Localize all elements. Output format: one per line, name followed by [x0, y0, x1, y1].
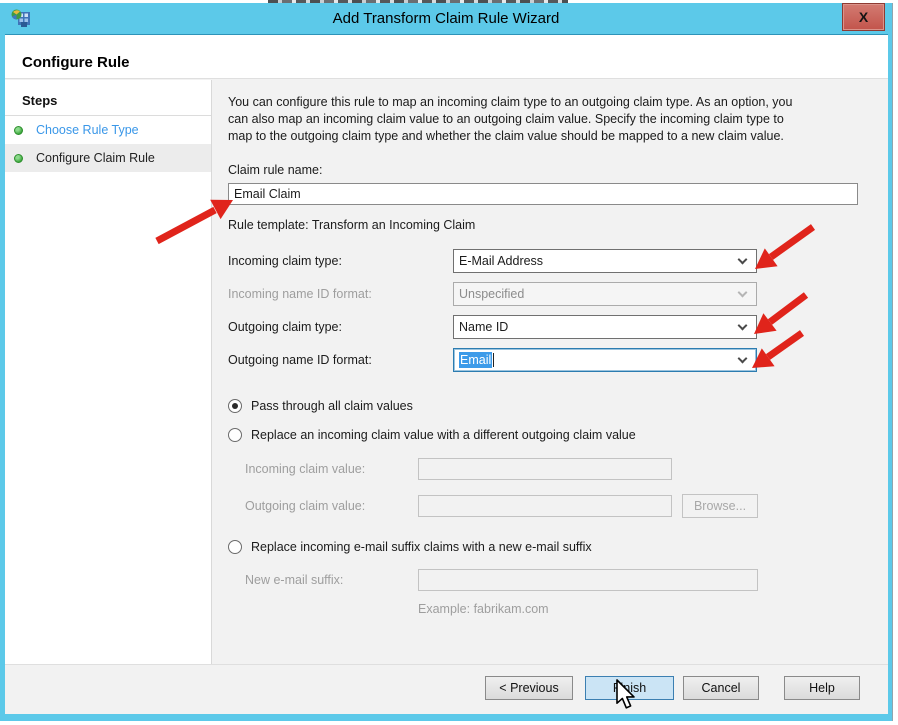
incoming-name-id-format-label: Incoming name ID format: — [228, 286, 453, 302]
radio-label: Replace an incoming claim value with a d… — [251, 427, 636, 443]
incoming-claim-value-label: Incoming claim value: — [245, 461, 418, 477]
cancel-button[interactable]: Cancel — [683, 676, 759, 700]
outgoing-name-id-format-dropdown[interactable]: Email — [453, 348, 757, 372]
previous-button[interactable]: < Previous — [485, 676, 573, 700]
steps-sidebar: Steps Choose Rule Type Configure Claim R… — [5, 80, 212, 664]
browse-button: Browse... — [682, 494, 758, 518]
finish-button[interactable]: Finish — [585, 676, 674, 700]
page-header: Configure Rule — [5, 35, 888, 79]
footer-button-bar: < Previous Finish Cancel Help — [5, 664, 888, 714]
dropdown-value: E-Mail Address — [459, 253, 543, 269]
radio-pass-through[interactable]: Pass through all claim values — [228, 398, 888, 414]
example-text: Example: fabrikam.com — [418, 601, 888, 617]
radio-label: Pass through all claim values — [251, 398, 413, 414]
dropdown-value: Name ID — [459, 319, 508, 335]
outgoing-name-id-format-label: Outgoing name ID format: — [228, 352, 453, 368]
incoming-claim-type-dropdown[interactable]: E-Mail Address — [453, 249, 757, 273]
step-complete-bullet-icon — [14, 154, 23, 163]
screenshot-root: { "window": { "title": "Add Transform Cl… — [0, 0, 898, 725]
radio-button-icon[interactable] — [228, 428, 242, 442]
window-title: Add Transform Claim Rule Wizard — [0, 10, 892, 27]
outgoing-claim-type-dropdown[interactable]: Name ID — [453, 315, 757, 339]
claim-rule-name-label: Claim rule name: — [228, 162, 888, 178]
close-x-icon: X — [859, 9, 868, 25]
step-complete-bullet-icon — [14, 126, 23, 135]
incoming-claim-value-input — [418, 458, 672, 480]
wizard-dialog: Add Transform Claim Rule Wizard X Config… — [0, 3, 893, 721]
dropdown-value: Unspecified — [459, 286, 524, 302]
radio-button-icon[interactable] — [228, 399, 242, 413]
outgoing-claim-value-input — [418, 495, 672, 517]
step-label: Configure Claim Rule — [36, 151, 155, 165]
chevron-down-icon — [738, 354, 748, 364]
help-button[interactable]: Help — [784, 676, 860, 700]
incoming-claim-type-label: Incoming claim type: — [228, 253, 453, 269]
step-label: Choose Rule Type — [36, 123, 139, 137]
radio-replace-value[interactable]: Replace an incoming claim value with a d… — [228, 427, 888, 443]
close-button[interactable]: X — [842, 3, 885, 31]
description-text: You can configure this rule to map an in… — [228, 94, 888, 145]
steps-header: Steps — [5, 80, 211, 116]
sidebar-item-choose-rule-type[interactable]: Choose Rule Type — [5, 116, 211, 144]
text-caret — [493, 353, 494, 367]
claim-rule-name-input[interactable] — [228, 183, 858, 205]
radio-replace-suffix[interactable]: Replace incoming e-mail suffix claims wi… — [228, 539, 888, 555]
adfs-wizard-icon — [10, 7, 32, 29]
new-email-suffix-label: New e-mail suffix: — [245, 572, 418, 588]
incoming-name-id-format-dropdown: Unspecified — [453, 282, 757, 306]
dialog-frame: Configure Rule Steps Choose Rule Type Co… — [5, 34, 888, 714]
dialog-body: Steps Choose Rule Type Configure Claim R… — [5, 80, 888, 664]
main-content: You can configure this rule to map an in… — [212, 80, 888, 664]
chevron-down-icon — [738, 255, 748, 265]
radio-label: Replace incoming e-mail suffix claims wi… — [251, 539, 592, 555]
dropdown-value-selected: Email — [459, 352, 492, 368]
titlebar[interactable]: Add Transform Claim Rule Wizard X — [0, 3, 892, 34]
outgoing-claim-type-label: Outgoing claim type: — [228, 319, 453, 335]
rule-template-text: Rule template: Transform an Incoming Cla… — [228, 217, 888, 233]
outgoing-claim-value-label: Outgoing claim value: — [245, 498, 418, 514]
chevron-down-icon — [738, 288, 748, 298]
sidebar-item-configure-claim-rule[interactable]: Configure Claim Rule — [5, 144, 211, 172]
page-title: Configure Rule — [22, 54, 130, 71]
chevron-down-icon — [738, 321, 748, 331]
radio-button-icon[interactable] — [228, 540, 242, 554]
new-email-suffix-input — [418, 569, 758, 591]
